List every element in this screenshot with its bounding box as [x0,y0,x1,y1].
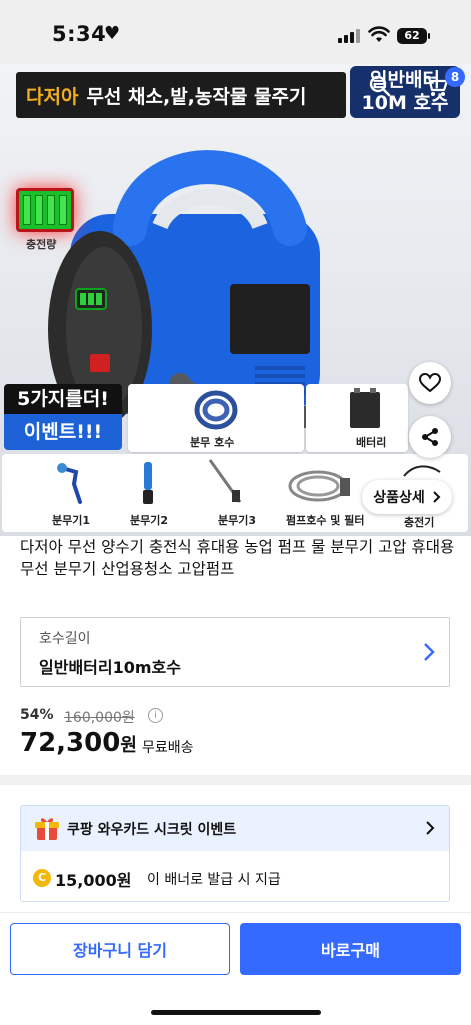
gift-icon [35,818,59,840]
status-time: 5:34 [52,22,107,46]
promo-line1: 5가지를더! [4,384,122,414]
wow-card-banner[interactable]: 쿠팡 와우카드 시크릿 이벤트 C 15,000원 이 배너로 발급 시 지급 [20,805,450,902]
accessory-label: 충전기 [404,516,435,529]
accessory-label: 분무 호수 [190,436,235,449]
heart-icon [419,373,441,393]
spray-lance-icon [208,459,242,503]
sale-price-value: 72,300 [20,728,121,758]
accessory-label: 분무기2 [130,514,169,527]
add-to-cart-button[interactable]: 장바구니 담기 [10,923,230,975]
accessory-label: 분무기1 [52,514,91,527]
battery-pack-icon [350,388,380,428]
accessory-label: 분무기3 [218,514,257,527]
chevron-right-icon [426,821,435,835]
chevron-right-icon [424,643,435,661]
charge-label: 충전량 [26,238,57,251]
search-icon[interactable] [364,70,396,102]
cart-count-badge: 8 [445,67,465,87]
product-detail-label: 상품상세 [373,490,425,506]
charger-icon [403,465,441,477]
spray-nozzle-icon [57,463,82,504]
bottom-action-bar: 장바구니 담기 바로구매 [0,912,471,1025]
cashback-desc: 이 배너로 발급 시 지급 [147,872,281,888]
signal-icon [338,29,360,43]
battery-icon: 62 [397,28,427,44]
option-label: 호수길이 [39,631,91,647]
spray-wand-icon [143,462,153,504]
product-title: 다저아 무선 양수기 충전식 휴대용 농업 펌프 물 분무기 고압 휴대용 무선… [20,538,455,578]
discount-rate: 54% [20,707,54,723]
banner-brand: 다저아 [26,85,79,108]
hose-coil-icon [194,390,238,430]
status-bar: 5:34 ♥ 62 [0,0,471,64]
shipping-info: 무료배송 [142,740,194,756]
option-value: 일반배터리10m호수 [39,658,181,677]
wifi-icon [368,26,390,42]
product-detail-button[interactable]: 상품상세 [362,480,452,514]
product-image[interactable]: 다저아 무선 채소,밭,농작물 물주기 일반배터 10M 호수 8 충전량 5가… [0,64,471,536]
sale-price: 72,300원 [20,728,137,758]
coin-icon: C [33,869,51,887]
chevron-right-icon [433,491,441,503]
wow-card-header[interactable]: 쿠팡 와우카드 시크릿 이벤트 [21,806,449,851]
price-unit: 원 [120,735,137,756]
accessory-card-hose: 분무 호수 [128,384,304,452]
wishlist-button[interactable] [409,362,451,404]
original-price: 160,000원 [64,710,135,726]
section-divider [0,775,471,785]
charge-level-icon [16,188,74,232]
heart-status-icon: ♥ [104,23,121,44]
accessory-card-battery: 배터리 [306,384,408,452]
option-selector[interactable]: 호수길이 일반배터리10m호수 [20,617,450,687]
promo-badge: 5가지를더! 이벤트!!! [4,384,122,450]
info-icon[interactable]: i [148,708,163,723]
share-button[interactable] [409,416,451,458]
cashback-amount: 15,000원 [55,871,132,890]
promo-line2: 이벤트!!! [4,414,122,450]
banner-text: 무선 채소,밭,농작물 물주기 [86,85,307,108]
accessory-label: 펌프호수 및 필터 [286,514,365,527]
battery-tip [428,33,430,39]
pump-hose-filter-icon [288,470,350,502]
wow-card-title: 쿠팡 와우카드 시크릿 이벤트 [67,822,237,838]
home-indicator [151,1010,321,1015]
image-banner-title: 다저아 무선 채소,밭,농작물 물주기 [16,72,346,118]
share-icon [422,428,438,446]
accessory-label: 배터리 [356,436,387,449]
buy-now-button[interactable]: 바로구매 [240,923,461,975]
